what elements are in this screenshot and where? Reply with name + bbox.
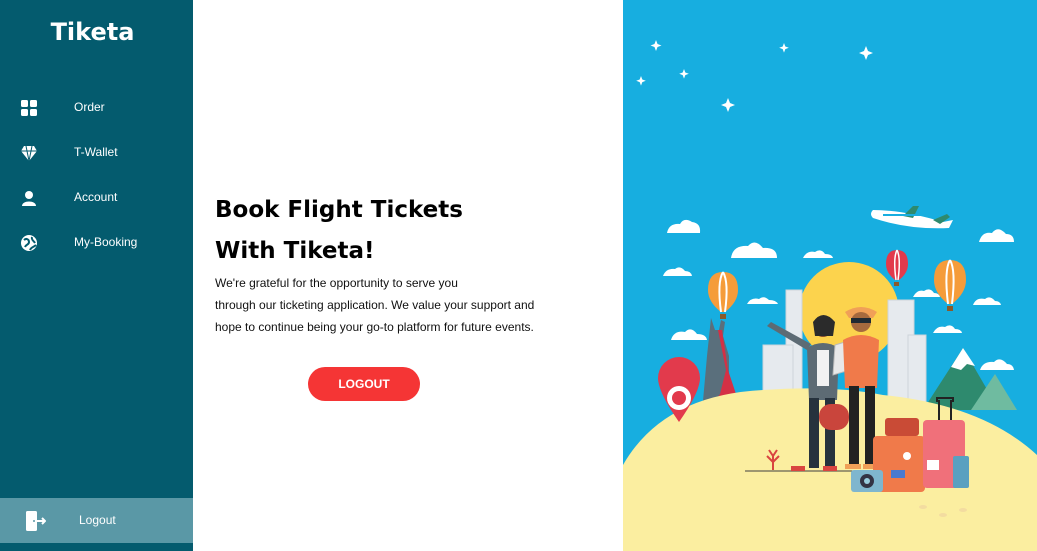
logout-button[interactable]: LOGOUT xyxy=(308,367,420,401)
travel-illustration xyxy=(623,0,1037,551)
grid-icon xyxy=(21,100,37,116)
sidebar-item-my-booking[interactable]: My-Booking xyxy=(0,224,193,260)
main-content: Book Flight Tickets With Tiketa! We're g… xyxy=(193,0,623,551)
sidebar-logout[interactable]: Logout xyxy=(0,498,193,543)
brand-logo: Tiketa xyxy=(50,18,135,46)
sidebar-item-label: Order xyxy=(74,100,105,114)
user-icon xyxy=(22,191,36,206)
sidebar-item-label: My-Booking xyxy=(74,235,138,249)
logout-icon xyxy=(26,511,46,531)
sidebar-item-label: T-Wallet xyxy=(74,145,118,159)
page-title: Book Flight Tickets With Tiketa! xyxy=(215,190,463,272)
description-line-2: through our ticketing application. We va… xyxy=(215,298,535,312)
description-line-3: hope to continue being your go-to platfo… xyxy=(215,320,534,334)
title-line-2: With Tiketa! xyxy=(215,238,375,264)
sidebar-item-order[interactable]: Order xyxy=(0,89,193,125)
camera-icon xyxy=(851,470,883,492)
diamond-icon xyxy=(21,145,37,162)
sidebar-item-label: Account xyxy=(74,190,118,204)
globe-icon xyxy=(21,235,37,251)
sidebar-item-t-wallet[interactable]: T-Wallet xyxy=(0,134,193,170)
description: We're grateful for the opportunity to se… xyxy=(215,272,534,338)
sidebar: Tiketa Order T-Wallet Account My-Booking xyxy=(0,0,193,551)
sidebar-logout-label: Logout xyxy=(79,513,116,527)
sidebar-item-account[interactable]: Account xyxy=(0,179,193,215)
title-line-1: Book Flight Tickets xyxy=(215,197,463,223)
description-line-1: We're grateful for the opportunity to se… xyxy=(215,276,458,290)
